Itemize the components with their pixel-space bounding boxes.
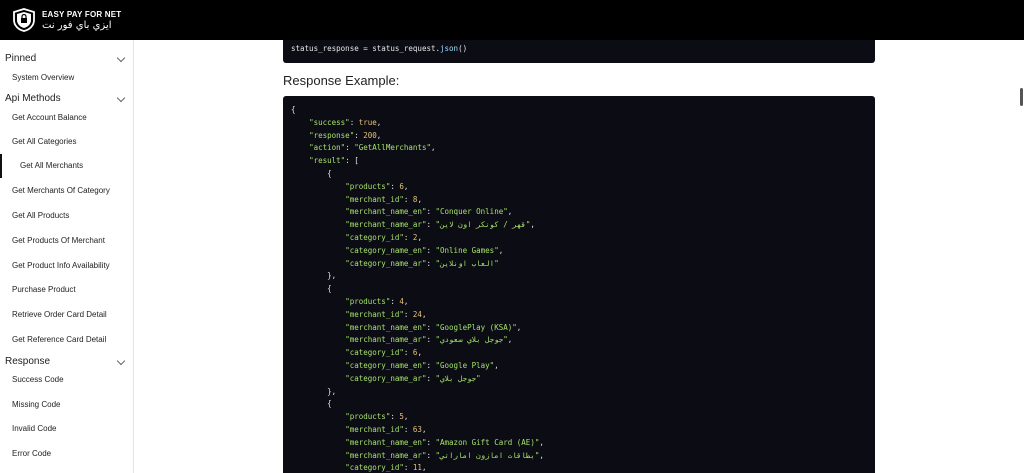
code-line: "merchant_name_en": "Amazon Gift Card (A… [345, 437, 544, 447]
brand-logo[interactable]: EASY PAY FOR NET ايزي باي فور نت [12, 8, 121, 32]
code-line: "merchant_name_ar": "بطاقات امازون امارا… [345, 450, 544, 460]
code-line: "category_id": 6, [345, 348, 422, 358]
sidebar-item-label: Missing Code [12, 400, 61, 409]
code-line: "category_id": 2, [345, 233, 422, 242]
main-content: status_response = status_request.json() … [135, 40, 1024, 473]
code-line: "success": true, [309, 117, 382, 127]
code-line: "products": 4, [345, 297, 409, 306]
code-line: "merchant_name_en": "Conquer Online", [345, 207, 513, 217]
sidebar-item-invalid-code[interactable]: Invalid Code [0, 417, 133, 441]
code-line: { [291, 284, 332, 294]
sidebar-item-label: System Overview [12, 73, 75, 82]
chevron-down-icon[interactable] [116, 53, 126, 63]
code-line: "merchant_id": 24, [345, 309, 427, 319]
sidebar-item-label: Get All Merchants [20, 161, 84, 170]
sidebar-item-success-code[interactable]: Success Code [0, 368, 133, 392]
code-line: "response": 200, [309, 130, 382, 140]
brand-name-ar: ايزي باي فور نت [42, 20, 112, 31]
code-line: "category_name_en": "Google Play", [345, 361, 499, 370]
code-line: }, [291, 386, 337, 396]
sidebar-item-get-products-of-merchant[interactable]: Get Products Of Merchant [0, 229, 133, 253]
sidebar-item-error-code[interactable]: Error Code [0, 442, 133, 466]
sidebar-item-retrieve-order-card-detail[interactable]: Retrieve Order Card Detail [0, 303, 133, 327]
code-line: "category_name_ar": "جوجل بلاي" [345, 373, 481, 383]
chevron-down-icon[interactable] [116, 93, 126, 103]
request-code-block: status_response = status_request.json() [283, 40, 875, 63]
sidebar-item-missing-code[interactable]: Missing Code [0, 393, 133, 417]
code-line: "merchant_id": 63, [345, 425, 427, 434]
code-line: "category_name_ar": "العاب اونلاين" [345, 258, 499, 268]
sidebar-item-get-merchants-of-category[interactable]: Get Merchants Of Category [0, 179, 133, 203]
code-line: "merchant_id": 8, [345, 194, 422, 204]
sidebar-item-label: Get Products Of Merchant [12, 236, 105, 245]
sidebar-item-label: Purchase Product [12, 285, 76, 294]
code-line: "category_id": 11, [345, 463, 427, 473]
sidebar-item-label: Retrieve Order Card Detail [12, 310, 107, 319]
code-line: status_response = status_request.json() [291, 44, 468, 53]
sidebar-item-label: Get All Products [12, 211, 70, 220]
code-line: "result": [ [309, 156, 359, 166]
chevron-down-icon[interactable] [116, 356, 126, 366]
code-line: { [291, 169, 332, 178]
code-line: "action": "GetAllMerchants", [309, 143, 436, 153]
sidebar-item-get-account-balance[interactable]: Get Account Balance [0, 106, 133, 130]
sidebar-item-get-all-categories[interactable]: Get All Categories [0, 130, 133, 154]
section-title: Response [5, 356, 51, 367]
response-example-heading: Response Example: [283, 73, 400, 88]
response-code-block: { "success": true, "response": 200, "act… [283, 96, 875, 473]
sidebar-item-get-reference-card-detail[interactable]: Get Reference Card Detail [0, 328, 133, 352]
sidebar-item-get-product-info-availability[interactable]: Get Product Info Availability [0, 254, 133, 278]
code-line: "products": 5, [345, 412, 409, 422]
brand-name-en: EASY PAY FOR NET [42, 10, 122, 19]
code-line: "merchant_name_en": "GooglePlay (KSA)", [345, 322, 522, 332]
code-line: { [291, 399, 332, 409]
code-line: { [291, 105, 296, 114]
sidebar-item-label: Success Code [12, 375, 64, 384]
sidebar-item-get-all-products[interactable]: Get All Products [0, 204, 133, 228]
section-title: Pinned [5, 53, 37, 64]
section-title: Api Methods [5, 93, 61, 104]
top-bar: EASY PAY FOR NET ايزي باي فور نت [0, 0, 1024, 40]
sidebar-item-label: Get Reference Card Detail [12, 335, 107, 344]
code-line: "products": 6, [345, 181, 409, 191]
sidebar-item-purchase-product[interactable]: Purchase Product [0, 278, 133, 302]
code-line: }, [291, 271, 337, 281]
sidebar-item-label: Get Account Balance [12, 113, 87, 122]
sidebar-item-label: Get Merchants Of Category [12, 186, 110, 195]
scrollbar-thumb[interactable] [1020, 88, 1023, 106]
shield-icon [13, 8, 35, 32]
sidebar-item-label: Get Product Info Availability [12, 261, 110, 270]
sidebar-item-get-all-merchants[interactable]: Get All Merchants [0, 154, 133, 178]
sidebar-item-label: Invalid Code [12, 424, 57, 433]
code-line: "merchant_name_ar": "قهر / كونكر اون لاي… [345, 220, 535, 230]
sidebar: Pinned System Overview Api Methods Get A… [0, 40, 134, 473]
sidebar-item-label: Error Code [12, 449, 52, 458]
sidebar-item-system-overview[interactable]: System Overview [0, 66, 133, 90]
sidebar-item-label: Get All Categories [12, 137, 77, 146]
code-line: "merchant_name_ar": "جوجل بلاي سعودي", [345, 335, 513, 345]
code-line: "category_name_en": "Online Games", [345, 245, 504, 255]
